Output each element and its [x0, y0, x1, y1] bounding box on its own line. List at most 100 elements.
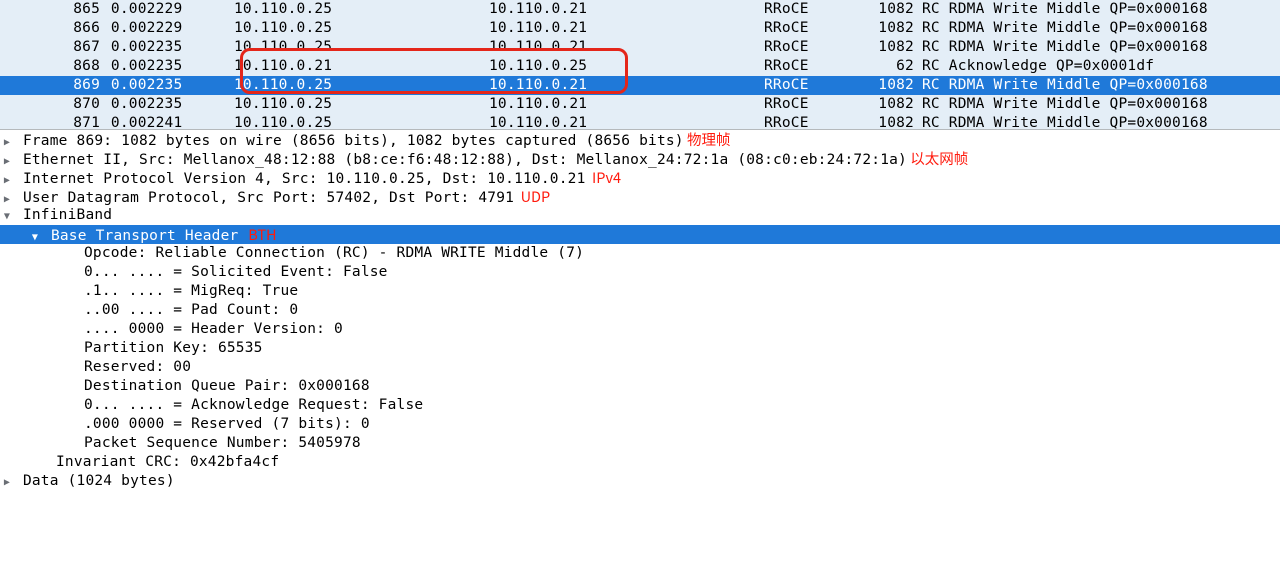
packet-src: 10.110.0.25 — [194, 19, 479, 38]
packet-info: RC RDMA Write Middle QP=0x000168 — [922, 38, 1280, 57]
packet-dst: 10.110.0.21 — [479, 19, 764, 38]
ethernet-row[interactable]: Ethernet II, Src: Mellanox_48:12:88 (b8:… — [0, 149, 1280, 168]
packet-detail-panel[interactable]: Frame 869: 1082 bytes on wire (8656 bits… — [0, 129, 1280, 491]
bth-text: Base Transport Header — [51, 228, 239, 244]
packet-src: 10.110.0.25 — [194, 38, 479, 57]
packet-time: 0.002235 — [100, 57, 194, 76]
frame-text: Frame 869: 1082 bytes on wire (8656 bits… — [23, 133, 684, 149]
udp-text: User Datagram Protocol, Src Port: 57402,… — [23, 190, 514, 206]
packet-row[interactable]: 871 0.00224110.110.0.2510.110.0.21RRoCE1… — [0, 114, 1280, 129]
invariant-crc-row[interactable]: Invariant CRC: 0x42bfa4cf — [0, 453, 1280, 472]
annotation-physical-frame: 物理帧 — [684, 129, 731, 150]
packet-dst: 10.110.0.21 — [479, 0, 764, 19]
bth-field[interactable]: Reserved: 00 — [0, 358, 1280, 377]
packet-proto: RRoCE — [764, 95, 864, 114]
annotation-bth: BTH — [238, 224, 276, 245]
packet-info: RC RDMA Write Middle QP=0x000168 — [922, 19, 1280, 38]
collapse-icon[interactable] — [0, 207, 14, 226]
packet-len: 1082 — [864, 19, 922, 38]
bth-field[interactable]: Partition Key: 65535 — [0, 339, 1280, 358]
packet-time: 0.002235 — [100, 38, 194, 57]
bth-field[interactable]: 0... .... = Solicited Event: False — [0, 263, 1280, 282]
bth-field-text: Reserved: 00 — [84, 359, 191, 375]
packet-list[interactable]: 865 0.00222910.110.0.2510.110.0.21RRoCE1… — [0, 0, 1280, 129]
packet-dst: 10.110.0.25 — [479, 57, 764, 76]
packet-time: 0.002235 — [100, 95, 194, 114]
packet-src: 10.110.0.25 — [194, 76, 479, 95]
packet-src: 10.110.0.25 — [194, 0, 479, 19]
bth-field[interactable]: .000 0000 = Reserved (7 bits): 0 — [0, 415, 1280, 434]
packet-time: 0.002241 — [100, 114, 194, 129]
packet-row[interactable]: 867 0.00223510.110.0.2510.110.0.21RRoCE1… — [0, 38, 1280, 57]
ip-text: Internet Protocol Version 4, Src: 10.110… — [23, 171, 586, 187]
bth-field-text: 0... .... = Solicited Event: False — [84, 264, 388, 280]
infiniband-text: InfiniBand — [23, 207, 112, 223]
data-text: Data (1024 bytes) — [23, 473, 175, 489]
bth-field[interactable]: Packet Sequence Number: 5405978 — [0, 434, 1280, 453]
packet-info: RC RDMA Write Middle QP=0x000168 — [922, 95, 1280, 114]
bth-field-text: ..00 .... = Pad Count: 0 — [84, 302, 298, 318]
packet-row[interactable]: 866 0.00222910.110.0.2510.110.0.21RRoCE1… — [0, 19, 1280, 38]
bth-field-text: .000 0000 = Reserved (7 bits): 0 — [84, 416, 370, 432]
bth-field[interactable]: 0... .... = Acknowledge Request: False — [0, 396, 1280, 415]
bth-field-text: Packet Sequence Number: 5405978 — [84, 435, 361, 451]
packet-proto: RRoCE — [764, 38, 864, 57]
bth-field[interactable]: ..00 .... = Pad Count: 0 — [0, 301, 1280, 320]
packet-info: RC Acknowledge QP=0x0001df — [922, 57, 1280, 76]
packet-no: 865 — [0, 0, 100, 19]
invariant-crc-text: Invariant CRC: 0x42bfa4cf — [56, 454, 279, 470]
packet-no: 869 — [0, 76, 100, 95]
ethernet-text: Ethernet II, Src: Mellanox_48:12:88 (b8:… — [23, 152, 907, 168]
packet-src: 10.110.0.25 — [194, 95, 479, 114]
bth-field[interactable]: .1.. .... = MigReq: True — [0, 282, 1280, 301]
packet-dst: 10.110.0.21 — [479, 38, 764, 57]
packet-row[interactable]: 865 0.00222910.110.0.2510.110.0.21RRoCE1… — [0, 0, 1280, 19]
packet-time: 0.002235 — [100, 76, 194, 95]
bth-field[interactable]: Opcode: Reliable Connection (RC) - RDMA … — [0, 244, 1280, 263]
packet-len: 1082 — [864, 114, 922, 129]
packet-proto: RRoCE — [764, 76, 864, 95]
annotation-ethernet: 以太网帧 — [907, 148, 968, 169]
packet-no: 866 — [0, 19, 100, 38]
packet-time: 0.002229 — [100, 19, 194, 38]
packet-time: 0.002229 — [100, 0, 194, 19]
packet-no: 871 — [0, 114, 100, 129]
packet-row[interactable]: 870 0.00223510.110.0.2510.110.0.21RRoCE1… — [0, 95, 1280, 114]
packet-proto: RRoCE — [764, 0, 864, 19]
bth-field-text: Opcode: Reliable Connection (RC) - RDMA … — [84, 245, 584, 261]
packet-src: 10.110.0.25 — [194, 114, 479, 129]
bth-field-text: Destination Queue Pair: 0x000168 — [84, 378, 370, 394]
packet-proto: RRoCE — [764, 114, 864, 129]
ip-row[interactable]: Internet Protocol Version 4, Src: 10.110… — [0, 168, 1280, 187]
bth-field-text: .1.. .... = MigReq: True — [84, 283, 298, 299]
packet-src: 10.110.0.21 — [194, 57, 479, 76]
expand-icon[interactable] — [0, 473, 14, 492]
packet-len: 1082 — [864, 95, 922, 114]
packet-info: RC RDMA Write Middle QP=0x000168 — [922, 114, 1280, 129]
udp-row[interactable]: User Datagram Protocol, Src Port: 57402,… — [0, 187, 1280, 206]
bth-field-text: Partition Key: 65535 — [84, 340, 263, 356]
frame-row[interactable]: Frame 869: 1082 bytes on wire (8656 bits… — [0, 130, 1280, 149]
bth-field[interactable]: Destination Queue Pair: 0x000168 — [0, 377, 1280, 396]
packet-info: RC RDMA Write Middle QP=0x000168 — [922, 0, 1280, 19]
packet-no: 868 — [0, 57, 100, 76]
packet-len: 1082 — [864, 0, 922, 19]
packet-len: 1082 — [864, 76, 922, 95]
data-row[interactable]: Data (1024 bytes) — [0, 472, 1280, 491]
bth-field-text: .... 0000 = Header Version: 0 — [84, 321, 343, 337]
packet-len: 62 — [864, 57, 922, 76]
packet-dst: 10.110.0.21 — [479, 114, 764, 129]
infiniband-row[interactable]: InfiniBand — [0, 206, 1280, 225]
packet-no: 867 — [0, 38, 100, 57]
annotation-udp: UDP — [514, 186, 550, 207]
packet-info: RC RDMA Write Middle QP=0x000168 — [922, 76, 1280, 95]
bth-field[interactable]: .... 0000 = Header Version: 0 — [0, 320, 1280, 339]
bth-row[interactable]: Base Transport Header BTH — [0, 225, 1280, 244]
packet-len: 1082 — [864, 38, 922, 57]
packet-no: 870 — [0, 95, 100, 114]
packet-proto: RRoCE — [764, 19, 864, 38]
annotation-ipv4: IPv4 — [586, 167, 622, 188]
packet-row[interactable]: 868 0.00223510.110.0.2110.110.0.25RRoCE6… — [0, 57, 1280, 76]
packet-row[interactable]: 869 0.00223510.110.0.2510.110.0.21RRoCE1… — [0, 76, 1280, 95]
packet-proto: RRoCE — [764, 57, 864, 76]
